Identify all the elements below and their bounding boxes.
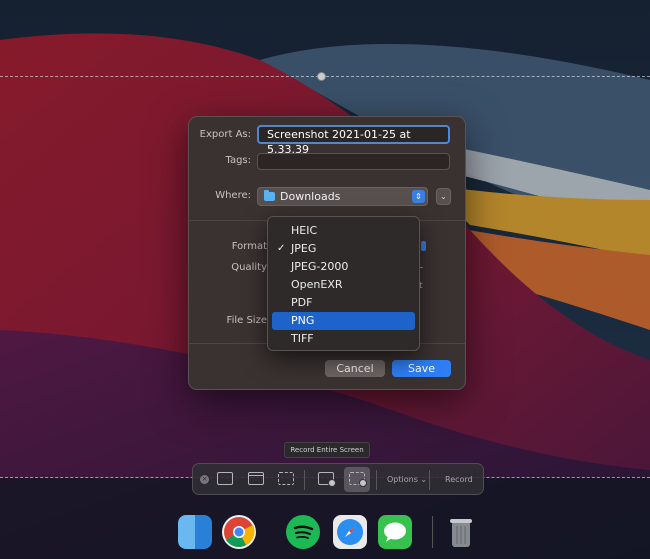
menu-item-label: JPEG bbox=[291, 242, 317, 255]
chrome-logo bbox=[224, 517, 255, 547]
expand-button[interactable]: ⌄ bbox=[436, 188, 451, 205]
format-option-pdf[interactable]: PDF bbox=[272, 294, 415, 312]
record-selection-icon[interactable] bbox=[349, 472, 367, 487]
capture-selection-icon[interactable] bbox=[278, 472, 294, 485]
format-select[interactable] bbox=[421, 241, 426, 251]
format-option-heic[interactable]: HEIC bbox=[272, 222, 415, 240]
trash-logo bbox=[450, 519, 472, 547]
dock-divider bbox=[432, 516, 433, 548]
format-menu: HEIC ✓ JPEG JPEG-2000 OpenEXR PDF PNG TI… bbox=[267, 216, 420, 351]
chevron-updown-icon: ⇕ bbox=[412, 190, 425, 203]
options-button[interactable]: Options ⌄ bbox=[387, 475, 427, 484]
chrome-icon[interactable] bbox=[222, 515, 256, 549]
menu-item-label: OpenEXR bbox=[291, 278, 343, 291]
format-option-openexr[interactable]: OpenEXR bbox=[272, 276, 415, 294]
safari-icon[interactable] bbox=[333, 515, 367, 549]
safari-logo bbox=[337, 519, 363, 545]
folder-icon bbox=[264, 190, 275, 201]
capture-window-icon[interactable] bbox=[248, 472, 264, 485]
capture-entire-screen-icon[interactable] bbox=[217, 472, 233, 485]
where-label: Where: bbox=[215, 190, 251, 201]
trash-icon[interactable] bbox=[446, 515, 480, 549]
tags-label: Tags: bbox=[225, 155, 251, 166]
menu-item-label: PDF bbox=[291, 296, 313, 309]
toolbar-divider bbox=[304, 470, 305, 490]
spotify-logo bbox=[293, 525, 314, 539]
messages-icon[interactable] bbox=[378, 515, 412, 549]
record-button[interactable]: Record bbox=[445, 475, 473, 484]
finder-icon[interactable] bbox=[178, 515, 212, 549]
menu-item-label: JPEG-2000 bbox=[291, 260, 349, 273]
record-entire-screen-icon[interactable] bbox=[318, 472, 336, 487]
record-dot-icon bbox=[328, 479, 336, 487]
checkmark-icon: ✓ bbox=[277, 243, 286, 254]
menu-item-label: HEIC bbox=[291, 224, 318, 237]
spotify-icon[interactable] bbox=[286, 515, 320, 549]
menu-item-label: PNG bbox=[291, 314, 315, 327]
record-tooltip: Record Entire Screen bbox=[284, 442, 370, 458]
format-option-jpeg[interactable]: ✓ JPEG bbox=[272, 240, 415, 258]
where-select[interactable]: Downloads ⇕ bbox=[257, 187, 428, 206]
screenshot-toolbar: × Options ⌄ Record bbox=[192, 463, 484, 495]
cancel-button[interactable]: Cancel bbox=[325, 360, 385, 377]
format-option-png[interactable]: PNG bbox=[272, 312, 415, 330]
where-value: Downloads bbox=[280, 190, 341, 203]
record-dot-icon bbox=[359, 479, 367, 487]
format-option-tiff[interactable]: TIFF bbox=[272, 330, 415, 348]
save-button[interactable]: Save bbox=[392, 360, 451, 377]
export-as-field[interactable]: Screenshot 2021-01-25 at 5.33.39 bbox=[257, 125, 450, 156]
close-icon[interactable]: × bbox=[200, 475, 209, 484]
toolbar-divider bbox=[429, 470, 430, 490]
selection-handle[interactable] bbox=[317, 72, 326, 81]
format-label: Format bbox=[231, 241, 267, 252]
messages-logo bbox=[384, 522, 406, 542]
quality-label: Quality bbox=[231, 262, 267, 273]
file-size-label: File Size bbox=[226, 315, 267, 326]
export-as-label: Export As: bbox=[199, 129, 251, 140]
toolbar-divider bbox=[376, 470, 377, 490]
menu-item-label: TIFF bbox=[291, 332, 314, 345]
format-option-jpeg-2000[interactable]: JPEG-2000 bbox=[272, 258, 415, 276]
tags-field[interactable] bbox=[257, 153, 450, 170]
